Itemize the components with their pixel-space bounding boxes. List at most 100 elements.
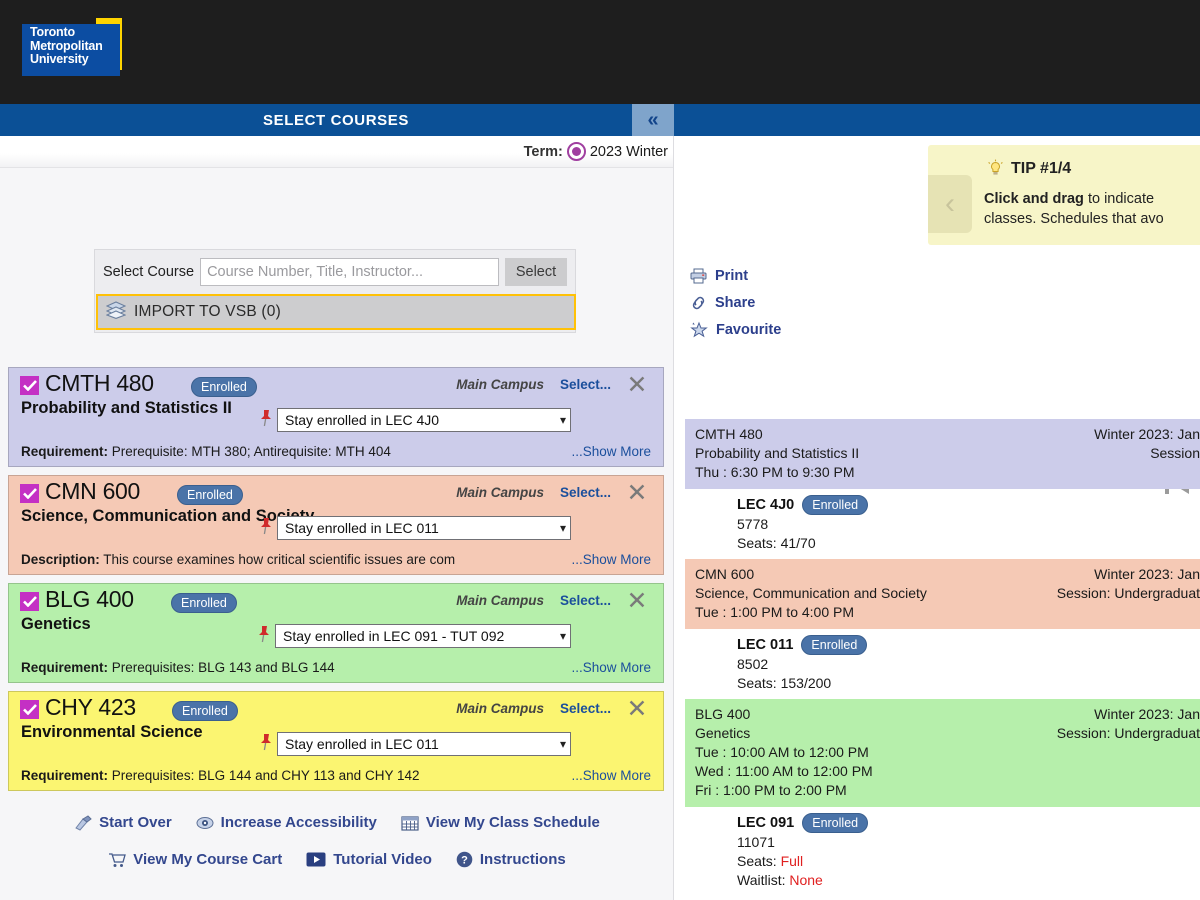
course-code: CHY 423 — [45, 694, 136, 720]
view-course-cart-label: View My Course Cart — [133, 851, 283, 868]
collapse-panel-button[interactable]: « — [632, 104, 674, 136]
course-card[interactable]: CMN 600 Enrolled Main Campus Select... ✕… — [8, 475, 664, 575]
section-select[interactable]: Stay enrolled in LEC 011 ▾ — [277, 516, 571, 540]
tip-heading: TIP #1/4 — [1011, 159, 1072, 177]
logo-text: Toronto Metropolitan University — [30, 25, 103, 66]
course-card[interactable]: CMTH 480 Enrolled Main Campus Select... … — [8, 367, 664, 467]
svg-text:?: ? — [461, 855, 468, 867]
select-button[interactable]: Select — [505, 258, 567, 286]
schedule-term-line2: Session: Undergraduat — [1056, 725, 1200, 741]
course-checkbox[interactable] — [20, 592, 39, 611]
increase-accessibility-button[interactable]: Increase Accessibility — [196, 814, 377, 831]
course-search-input[interactable] — [200, 258, 499, 286]
course-card[interactable]: BLG 400 Enrolled Main Campus Select... ✕… — [8, 583, 664, 683]
course-title: Probability and Statistics II — [21, 399, 232, 417]
share-label: Share — [715, 294, 756, 311]
section-select-value: Stay enrolled in LEC 4J0 — [285, 412, 440, 428]
show-more-link[interactable]: ...Show More — [571, 444, 651, 459]
instructions-button[interactable]: ? Instructions — [456, 851, 566, 868]
schedule-section[interactable]: LEC 4J0 Enrolled 5778 Seats: 41/70 — [685, 489, 915, 559]
course-code: CMTH 480 — [45, 370, 154, 396]
start-over-label: Start Over — [99, 814, 172, 831]
course-checkbox[interactable] — [20, 376, 39, 395]
section-select[interactable]: Stay enrolled in LEC 011 ▾ — [277, 732, 571, 756]
campus-select-link[interactable]: Select... — [560, 701, 611, 716]
favourite-label: Favourite — [716, 321, 782, 338]
remove-course-icon[interactable]: ✕ — [624, 372, 650, 398]
course-checkbox[interactable] — [20, 484, 39, 503]
course-title: Environmental Science — [21, 723, 203, 741]
left-pane: Term: 2023 Winter Select Course Select — [0, 136, 674, 900]
course-code: BLG 400 — [45, 586, 134, 612]
schedule-course-header[interactable]: CMTH 480 Probability and Statistics II T… — [685, 419, 1200, 489]
question-icon: ? — [456, 851, 473, 868]
show-more-link[interactable]: ...Show More — [571, 768, 651, 783]
calendar-icon — [401, 814, 419, 831]
section-select-value: Stay enrolled in LEC 091 - TUT 092 — [283, 628, 505, 644]
favourite-button[interactable]: Favourite — [690, 316, 781, 343]
schedule-course-header[interactable]: BLG 400 Genetics Tue : 10:00 AM to 12:00… — [685, 699, 1200, 807]
show-more-link[interactable]: ...Show More — [571, 552, 651, 567]
course-code: CMN 600 — [45, 478, 141, 504]
pin-icon[interactable] — [259, 733, 273, 751]
tip-body-bold: Click and drag — [984, 191, 1084, 207]
course-card-list: CMTH 480 Enrolled Main Campus Select... … — [8, 367, 664, 799]
import-to-vsb-label: IMPORT TO VSB (0) — [134, 303, 281, 320]
tutorial-video-button[interactable]: Tutorial Video — [306, 851, 432, 868]
section-select-value: Stay enrolled in LEC 011 — [285, 520, 439, 536]
section-select-value: Stay enrolled in LEC 011 — [285, 736, 439, 752]
schedule-section[interactable]: ! TUT 092 — [685, 896, 915, 900]
link-icon — [690, 295, 707, 311]
chevron-down-icon: ▾ — [559, 413, 566, 427]
chevron-down-icon: ▾ — [559, 737, 566, 751]
description-text: This course examines how critical scient… — [103, 552, 456, 567]
instructions-label: Instructions — [479, 851, 566, 868]
tip-prev-button[interactable]: ‹ — [928, 175, 972, 233]
tmu-logo[interactable]: Toronto Metropolitan University — [22, 18, 140, 76]
remove-course-icon[interactable]: ✕ — [624, 480, 650, 506]
course-checkbox[interactable] — [20, 700, 39, 719]
right-pane: ‹ TIP #1/4 Click and drag to indicate cl… — [674, 136, 1200, 900]
term-strip: Term: 2023 Winter — [0, 136, 674, 168]
section-select[interactable]: Stay enrolled in LEC 091 - TUT 092 ▾ — [275, 624, 571, 648]
section-select[interactable]: Stay enrolled in LEC 4J0 ▾ — [277, 408, 571, 432]
course-description: Description: This course examines how cr… — [21, 552, 455, 567]
course-requirement: Requirement: Prerequisite: MTH 380; Anti… — [21, 444, 391, 459]
schedule-section[interactable]: LEC 011 Enrolled 8502 Seats: 153/200 — [685, 629, 915, 699]
term-label: Term: — [523, 143, 563, 160]
share-button[interactable]: Share — [690, 289, 781, 316]
course-title: Genetics — [21, 615, 91, 633]
action-links: Print Share Favourite — [690, 262, 781, 343]
pin-icon[interactable] — [259, 409, 273, 427]
start-over-button[interactable]: Start Over — [74, 814, 172, 831]
tip-heading-row: TIP #1/4 — [986, 159, 1071, 178]
campus-label: Main Campus — [456, 593, 544, 608]
printer-icon — [690, 268, 707, 284]
remove-course-icon[interactable]: ✕ — [624, 696, 650, 722]
term-value[interactable]: 2023 Winter — [590, 144, 668, 160]
chevron-down-icon: ▾ — [559, 629, 566, 643]
campus-select-link[interactable]: Select... — [560, 593, 611, 608]
campus-select-link[interactable]: Select... — [560, 485, 611, 500]
import-to-vsb-button[interactable]: IMPORT TO VSB (0) — [96, 294, 576, 330]
schedule-section[interactable]: LEC 091 Enrolled 11071 Seats: Full Waitl… — [685, 807, 915, 896]
accessibility-eye-icon — [196, 815, 214, 831]
show-more-link[interactable]: ...Show More — [571, 660, 651, 675]
top-banner: Toronto Metropolitan University — [0, 0, 1200, 104]
term-radio-icon[interactable] — [566, 142, 586, 161]
print-button[interactable]: Print — [690, 262, 781, 289]
tip-body: Click and drag to indicate classes. Sche… — [984, 189, 1200, 229]
pin-icon[interactable] — [257, 625, 271, 643]
course-card[interactable]: CHY 423 Enrolled Main Campus Select... ✕… — [8, 691, 664, 791]
chevron-down-icon: ▾ — [559, 521, 566, 535]
view-course-cart-button[interactable]: View My Course Cart — [108, 851, 282, 868]
description-label: Description: — [21, 552, 100, 567]
status-badge: Enrolled — [177, 485, 243, 505]
pin-icon[interactable] — [259, 517, 273, 535]
schedule-course-header[interactable]: CMN 600 Science, Communication and Socie… — [685, 559, 1200, 629]
requirement-label: Requirement: — [21, 768, 109, 783]
remove-course-icon[interactable]: ✕ — [624, 588, 650, 614]
status-badge: Enrolled — [191, 377, 257, 397]
view-class-schedule-button[interactable]: View My Class Schedule — [401, 814, 600, 831]
campus-select-link[interactable]: Select... — [560, 377, 611, 392]
